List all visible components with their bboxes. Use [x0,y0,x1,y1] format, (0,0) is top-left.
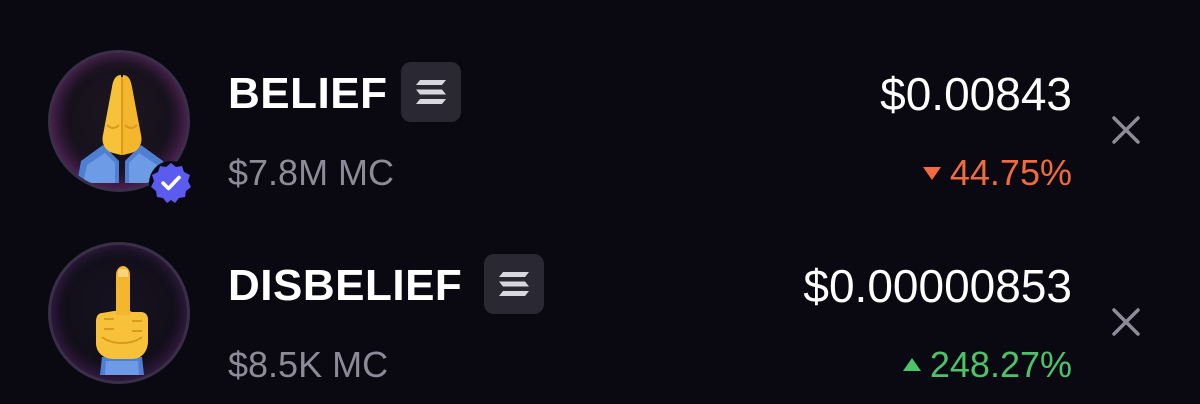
verified-badge-icon [148,160,194,206]
price-change-value: 44.75% [949,152,1072,193]
token-price: $0.00000853 [803,260,1072,312]
avatar-circle [48,242,190,384]
close-icon[interactable] [1108,304,1144,340]
token-price: $0.00843 [880,68,1072,120]
middle-finger-icon [51,245,187,381]
price-change-value: 248.27% [929,344,1072,385]
triangle-down-icon [922,165,942,181]
price-change: 44.75% [922,151,1072,195]
token-watchlist: BELIEF $7.8M MC $0.00843 44.75% DISBELIE… [0,0,1200,404]
token-row-disbelief[interactable]: DISBELIEF $8.5K MC $0.00000853 248.27% [0,232,1200,404]
triangle-up-icon [902,357,922,373]
token-name: BELIEF [228,69,388,118]
token-avatar [48,242,194,388]
close-icon[interactable] [1108,112,1144,148]
market-cap: $8.5K MC [228,344,389,385]
token-row-belief[interactable]: BELIEF $7.8M MC $0.00843 44.75% [0,40,1200,220]
price-change: 248.27% [902,343,1072,387]
market-cap: $7.8M MC [228,152,395,193]
solana-icon [484,254,544,314]
token-avatar [48,50,194,205]
token-name: DISBELIEF [228,261,463,310]
solana-icon [401,62,461,122]
